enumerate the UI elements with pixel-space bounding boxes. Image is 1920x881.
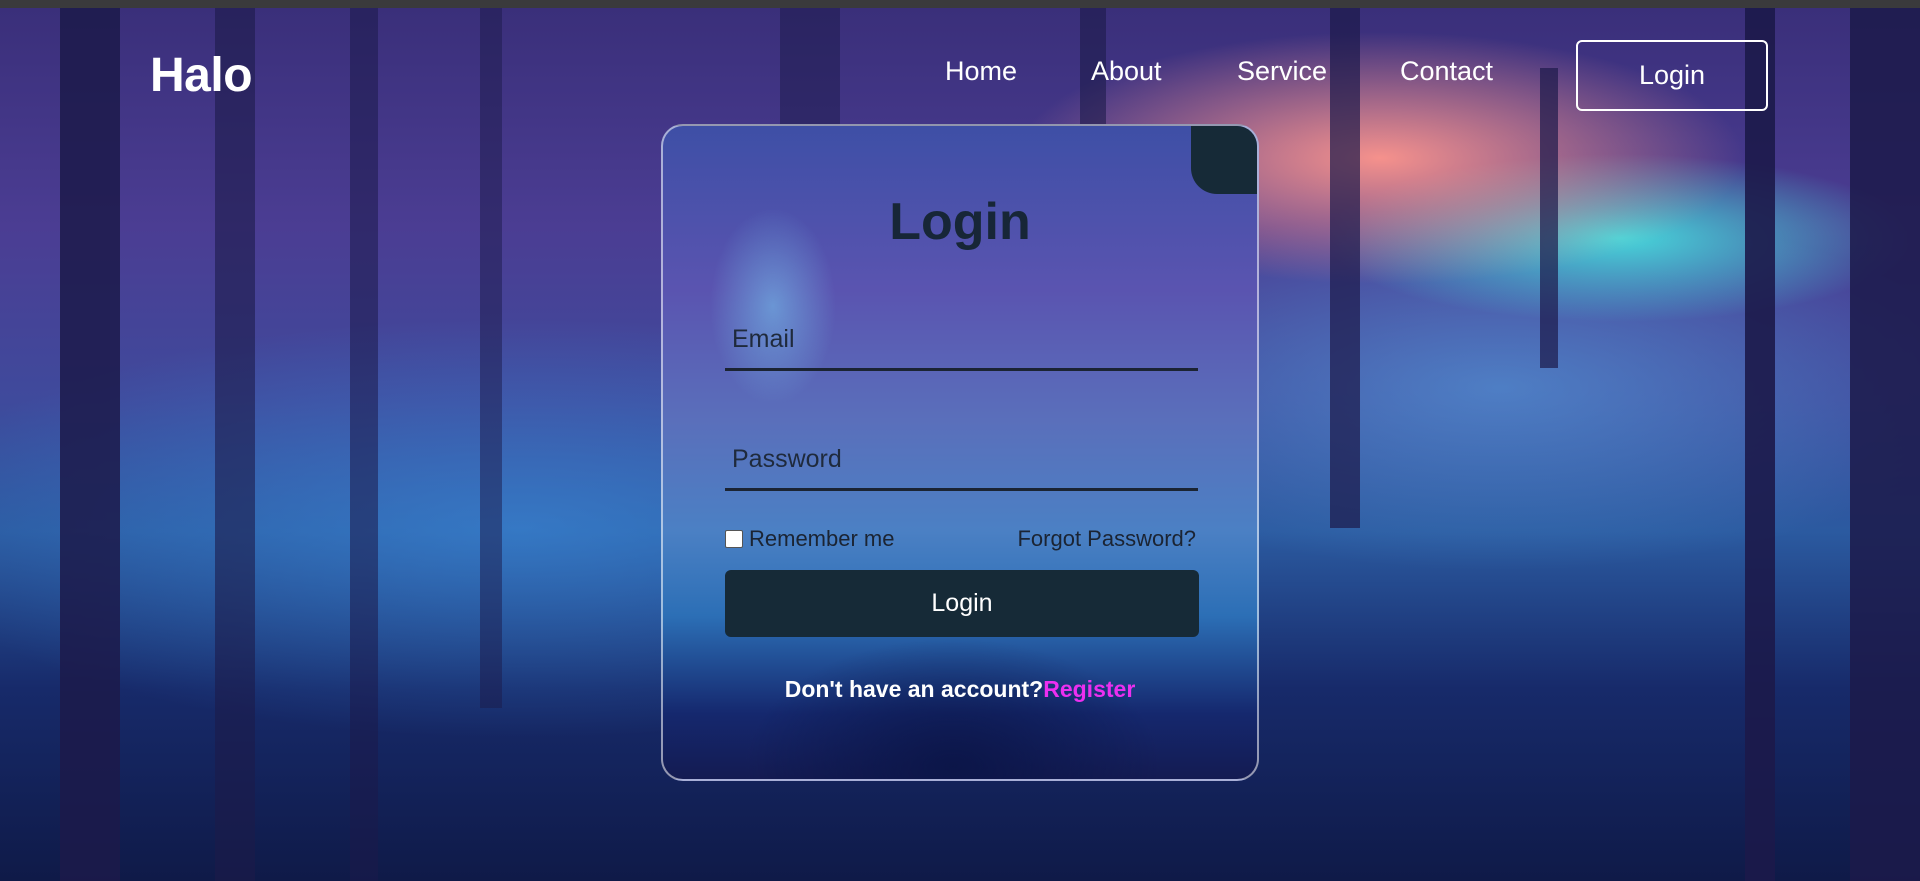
email-field-wrapper xyxy=(725,310,1198,371)
brand-logo[interactable]: Halo xyxy=(150,48,253,103)
header-login-button[interactable]: Login xyxy=(1576,40,1768,111)
login-submit-button[interactable]: Login xyxy=(725,570,1199,637)
register-row: Don't have an account?Register xyxy=(663,676,1257,703)
nav-contact[interactable]: Contact xyxy=(1400,56,1493,87)
login-title: Login xyxy=(889,193,1031,251)
nav-service[interactable]: Service xyxy=(1237,56,1327,87)
nav-about[interactable]: About xyxy=(1091,56,1162,87)
remember-me[interactable]: Remember me xyxy=(725,526,894,552)
browser-top-strip xyxy=(0,0,1920,8)
login-card: Login Remember me Forgot Password? Login… xyxy=(661,124,1259,781)
card-corner-decoration xyxy=(1191,126,1257,194)
remember-checkbox[interactable] xyxy=(725,530,743,548)
nav-home[interactable]: Home xyxy=(945,56,1017,87)
password-field-wrapper xyxy=(725,430,1198,491)
forgot-password-link[interactable]: Forgot Password? xyxy=(1017,526,1196,552)
register-link[interactable]: Register xyxy=(1043,676,1135,702)
remember-label: Remember me xyxy=(749,526,895,551)
email-input[interactable] xyxy=(725,310,1198,368)
register-prompt: Don't have an account? xyxy=(784,676,1044,702)
password-input[interactable] xyxy=(725,430,1198,488)
